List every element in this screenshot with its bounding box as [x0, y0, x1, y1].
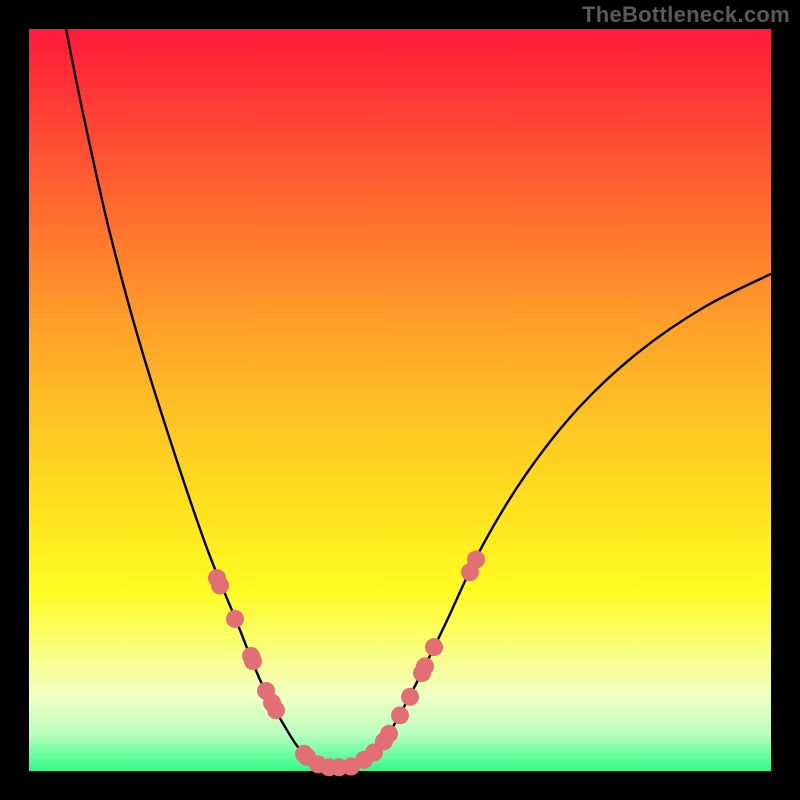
data-marker	[211, 577, 229, 595]
data-marker	[226, 610, 244, 628]
data-marker	[467, 551, 485, 569]
data-marker	[401, 688, 419, 706]
data-marker	[244, 652, 262, 670]
data-marker	[391, 706, 409, 724]
data-marker	[425, 638, 443, 656]
bottleneck-curve	[66, 29, 771, 769]
chart-svg	[29, 29, 771, 771]
plot-area	[29, 29, 771, 771]
watermark-text: TheBottleneck.com	[582, 2, 790, 28]
data-marker	[380, 725, 398, 743]
data-marker	[416, 657, 434, 675]
data-marker	[267, 701, 285, 719]
chart-frame: TheBottleneck.com	[0, 0, 800, 800]
marker-group	[208, 551, 485, 777]
